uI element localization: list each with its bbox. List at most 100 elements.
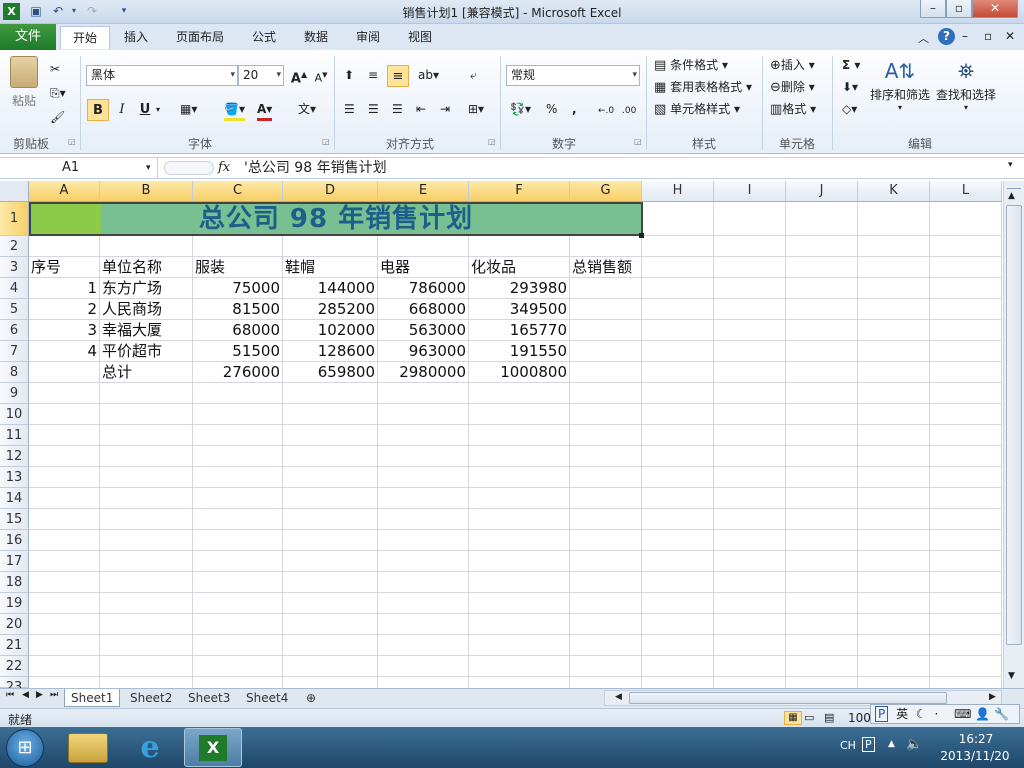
total-cell[interactable]: 276000 [195,362,280,382]
column-header-f[interactable]: F [469,181,570,202]
scroll-right-icon[interactable]: ▶ [989,692,996,702]
scroll-down-icon[interactable]: ▼ [1008,671,1015,681]
table-cell[interactable]: 165770 [471,320,567,340]
horizontal-scroll-thumb[interactable] [629,692,947,704]
select-all-corner[interactable] [0,181,29,202]
table-cell[interactable]: 128600 [285,341,375,361]
fill-icon[interactable]: ⬇▾ [842,78,858,96]
first-sheet-icon[interactable]: ⏮ [6,690,14,700]
font-color-icon[interactable]: A▾ [257,100,273,121]
header-cell[interactable]: 服装 [195,257,280,277]
last-sheet-icon[interactable]: ⏭ [50,690,58,700]
sheet-tab-4[interactable]: Sheet4 [240,689,294,707]
insert-cells-button[interactable]: ⊕插入 ▾ [770,56,815,75]
table-cell[interactable]: 102000 [285,320,375,340]
alignment-launcher-icon[interactable]: ◲ [488,137,496,146]
align-left-icon[interactable]: ☰ [344,100,355,118]
header-cell[interactable]: 序号 [31,257,97,277]
row-header-3[interactable]: 3 [0,257,29,278]
zoom-level[interactable]: 100 [848,711,871,725]
row-header-9[interactable]: 9 [0,383,29,404]
clear-icon[interactable]: ◇▾ [842,100,857,118]
italic-button[interactable]: I [111,99,133,121]
header-cell[interactable]: 鞋帽 [285,257,375,277]
column-header-i[interactable]: I [714,181,786,202]
sort-filter-button[interactable]: A⇅ 排序和筛选 ▾ [868,56,932,112]
copy-icon[interactable]: ⎘▾ [50,84,66,102]
total-cell[interactable]: 1000800 [471,362,567,382]
header-cell[interactable]: 化妆品 [471,257,567,277]
fill-color-icon[interactable]: 🪣▾ [224,100,245,121]
volume-icon[interactable]: 🔈 [906,737,922,752]
row-header-6[interactable]: 6 [0,320,29,341]
fill-handle[interactable] [639,233,644,238]
minimize-button[interactable]: – [920,0,946,18]
row-header-2[interactable]: 2 [0,236,29,257]
column-header-b[interactable]: B [100,181,193,202]
insert-function-icon[interactable]: fx [218,160,230,175]
table-cell[interactable]: 平价超市 [102,341,190,361]
header-cell[interactable]: 单位名称 [102,257,190,277]
table-cell[interactable]: 68000 [195,320,280,340]
table-cell[interactable]: 293980 [471,278,567,298]
table-cell[interactable]: 786000 [380,278,466,298]
row-header-13[interactable]: 13 [0,467,29,488]
column-header-g[interactable]: G [570,181,642,202]
orientation-icon[interactable]: ab▾ [418,66,439,84]
table-cell[interactable]: 3 [31,320,97,340]
close-button[interactable]: ✕ [972,0,1018,18]
underline-button[interactable]: U [134,99,156,121]
language-indicator[interactable]: CH [840,739,856,752]
format-cells-button[interactable]: ▥格式 ▾ [770,100,816,119]
tab-home[interactable]: 开始 [60,26,111,49]
tab-review[interactable]: 审阅 [344,26,392,49]
table-cell[interactable]: 668000 [380,299,466,319]
insert-sheet-icon[interactable]: ⊕ [300,689,322,707]
tray-expand-icon[interactable]: ▲ [888,739,895,749]
column-header-e[interactable]: E [378,181,469,202]
table-cell[interactable]: 4 [31,341,97,361]
table-cell[interactable]: 144000 [285,278,375,298]
total-cell[interactable]: 总计 [102,362,190,382]
row-header-4[interactable]: 4 [0,278,29,299]
underline-dropdown-icon[interactable]: ▾ [156,101,160,119]
row-header-17[interactable]: 17 [0,551,29,572]
delete-cells-button[interactable]: ⊖删除 ▾ [770,78,815,97]
vertical-scrollbar[interactable]: ▲ ▼ [1003,181,1024,688]
vertical-scroll-thumb[interactable] [1006,205,1022,645]
next-sheet-icon[interactable]: ▶ [36,690,43,700]
align-center-icon[interactable]: ☰ [368,100,379,118]
column-header-a[interactable]: A [29,181,100,202]
clock-time[interactable]: 16:27 [946,732,1006,746]
find-select-button[interactable]: ⛯ 查找和选择 ▾ [934,56,998,112]
tab-data[interactable]: 数据 [292,26,340,49]
clipboard-launcher-icon[interactable]: ◲ [68,137,76,146]
table-cell[interactable]: 2 [31,299,97,319]
tab-page-layout[interactable]: 页面布局 [164,26,236,49]
table-cell[interactable]: 285200 [285,299,375,319]
column-header-l[interactable]: L [930,181,1002,202]
row-header-10[interactable]: 10 [0,404,29,425]
column-header-c[interactable]: C [193,181,283,202]
header-cell[interactable]: 电器 [380,257,466,277]
name-box-dropdown-icon[interactable]: ▾ [146,158,151,178]
row-header-15[interactable]: 15 [0,509,29,530]
decrease-indent-icon[interactable]: ⇤ [416,100,426,118]
number-launcher-icon[interactable]: ◲ [634,137,642,146]
comma-button[interactable]: , [572,100,577,118]
row-header-1[interactable]: 1 [0,202,29,236]
row-header-14[interactable]: 14 [0,488,29,509]
table-cell[interactable]: 191550 [471,341,567,361]
autosum-icon[interactable]: Σ ▾ [842,56,860,74]
font-name-combo[interactable]: 黑体 ▾ [86,65,238,86]
ime-toolbar[interactable]: P 英 ☾ · ⌨ 👤 🔧 [870,704,1020,724]
prev-sheet-icon[interactable]: ◀ [22,690,29,700]
increase-decimal-icon[interactable]: ←.0 [598,102,614,120]
clock-date[interactable]: 2013/11/20 [936,749,1014,763]
conditional-format-button[interactable]: ▤ 条件格式 ▾ [654,56,728,75]
doc-close-icon[interactable]: ✕ [1005,29,1015,43]
table-cell[interactable]: 幸福大厦 [102,320,190,340]
align-middle-icon[interactable]: ≡ [368,66,378,84]
excel-taskbar-icon[interactable]: X [184,728,242,767]
column-header-j[interactable]: J [786,181,858,202]
